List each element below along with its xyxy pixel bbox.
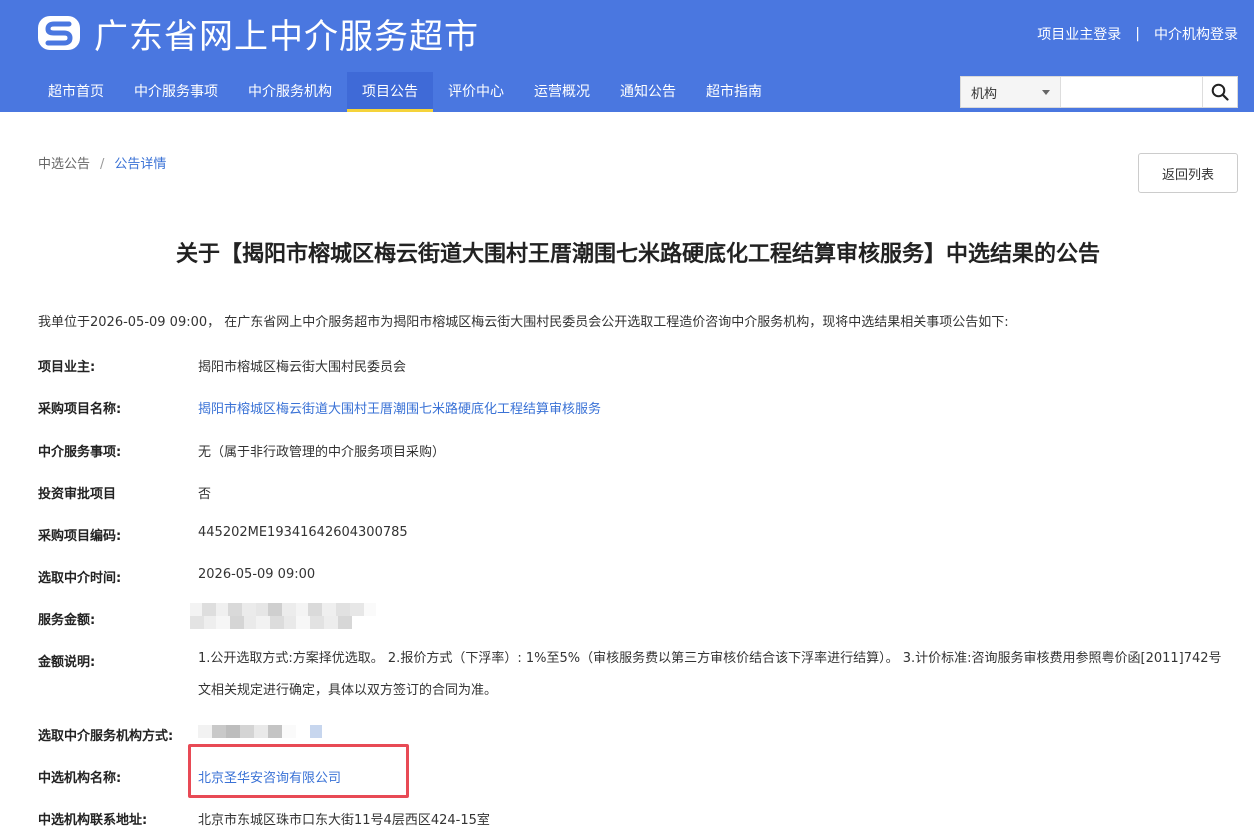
nav-item-project-notices[interactable]: 项目公告	[347, 72, 433, 112]
project-name-link[interactable]: 揭阳市榕城区梅云街道大围村王厝潮围七米路硬底化工程结算审核服务	[198, 398, 601, 417]
amount-note-value: 1.公开选取方式:方案择优选取。 2.报价方式（下浮率）: 1%至5%（审核服务…	[198, 651, 1222, 698]
nav-item-home[interactable]: 超市首页	[33, 72, 119, 112]
select-time-label: 选取中介时间:	[38, 571, 122, 586]
login-links: 项目业主登录 | 中介机构登录	[1037, 24, 1238, 44]
service-item-value: 无（属于非行政管理的中介服务项目采购）	[198, 445, 446, 460]
main-nav: 超市首页 中介服务事项 中介服务机构 项目公告 评价中心 运营概况 通知公告 超…	[33, 72, 777, 112]
breadcrumb-separator: /	[100, 157, 105, 172]
breadcrumb-current[interactable]: 公告详情	[114, 157, 166, 172]
service-item-label: 中介服务事项:	[38, 445, 122, 460]
agency-login-link[interactable]: 中介机构登录	[1154, 24, 1238, 44]
amount-redacted-value	[190, 603, 376, 629]
search-type-value: 机构	[971, 86, 998, 102]
winner-address-label: 中选机构联系地址:	[38, 813, 148, 828]
nav-item-operations[interactable]: 运营概况	[519, 72, 605, 112]
intro-text: 我单位于2026-05-09 09:00， 在广东省网上中介服务超市为揭阳市榕城…	[38, 315, 1009, 330]
owner-label: 项目业主:	[38, 360, 96, 375]
login-separator: |	[1135, 26, 1140, 42]
search-bar: 机构	[960, 76, 1238, 108]
search-button[interactable]	[1202, 77, 1237, 107]
site-header: 广东省网上中介服务超市 项目业主登录 | 中介机构登录 超市首页 中介服务事项 …	[0, 0, 1254, 112]
winner-label: 中选机构名称:	[38, 771, 122, 786]
investment-label: 投资审批项目	[38, 487, 117, 502]
back-to-list-button[interactable]: 返回列表	[1138, 153, 1238, 193]
select-method-redacted-value	[198, 725, 324, 738]
nav-item-service-agencies[interactable]: 中介服务机构	[233, 72, 347, 112]
search-type-select[interactable]: 机构	[961, 77, 1061, 107]
nav-item-evaluation[interactable]: 评价中心	[433, 72, 519, 112]
project-code-label: 采购项目编码:	[38, 529, 122, 544]
site-logo[interactable]: 广东省网上中介服务超市	[36, 10, 479, 57]
owner-value: 揭阳市榕城区梅云街大围村民委员会	[198, 360, 407, 375]
amount-label: 服务金额:	[38, 613, 96, 628]
breadcrumb-parent[interactable]: 中选公告	[38, 157, 90, 172]
project-name-label: 采购项目名称:	[38, 402, 122, 417]
breadcrumb: 中选公告 / 公告详情	[38, 153, 166, 172]
owner-login-link[interactable]: 项目业主登录	[1037, 24, 1121, 44]
search-input[interactable]	[1061, 77, 1202, 107]
winner-address-value: 北京市东城区珠市口东大街11号4层西区424-15室	[198, 813, 490, 828]
project-code-value: 445202ME19341642604300785	[198, 525, 408, 540]
nav-item-guide[interactable]: 超市指南	[691, 72, 777, 112]
search-icon	[1211, 83, 1229, 101]
page-title: 关于【揭阳市榕城区梅云街道大围村王厝潮围七米路硬底化工程结算审核服务】中选结果的…	[175, 242, 1100, 267]
amount-note-label: 金额说明:	[38, 655, 96, 670]
investment-value: 否	[198, 487, 212, 502]
site-title: 广东省网上中介服务超市	[94, 16, 479, 57]
select-method-label: 选取中介服务机构方式:	[38, 729, 174, 744]
caret-down-icon	[1042, 89, 1050, 95]
nav-item-service-items[interactable]: 中介服务事项	[119, 72, 233, 112]
select-time-value: 2026-05-09 09:00	[198, 567, 316, 582]
s-logo-icon	[38, 16, 80, 50]
winner-link[interactable]: 北京圣华安咨询有限公司	[198, 767, 341, 786]
nav-item-notifications[interactable]: 通知公告	[605, 72, 691, 112]
